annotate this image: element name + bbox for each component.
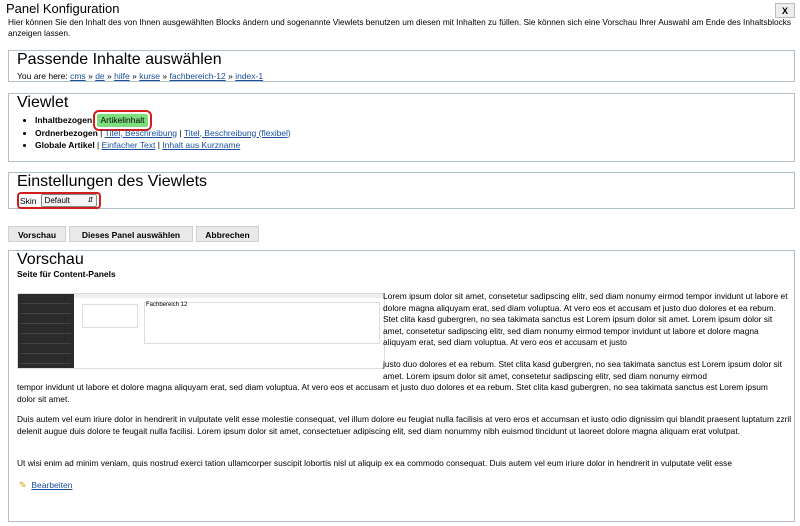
pencil-icon: ✎ [19, 480, 27, 490]
skin-setting: Skin Default ⇵ [17, 192, 101, 209]
viewlet-row-ordnerbezogen: Ordnerbezogen | Titel, Beschreibung | Ti… [35, 127, 786, 140]
thumb-sidebar [18, 294, 74, 368]
breadcrumb-prefix: You are here: [17, 71, 68, 81]
breadcrumb-separator: » [88, 71, 93, 81]
viewlet-list: Inhaltbezogen Artikelinhalt Ordnerbezoge… [17, 110, 786, 152]
viewlet-row-globale-artikel: Globale Artikel | Einfacher Text | Inhal… [35, 139, 786, 152]
breadcrumb-link-kurse[interactable]: kurse [139, 71, 160, 81]
passende-inhalte-section: Passende Inhalte auswählen You are here:… [8, 50, 795, 82]
preview-subtitle: Seite für Content-Panels [17, 269, 116, 279]
preview-paragraph-1-end: tempor invidunt ut labore et dolore magn… [17, 382, 768, 404]
breadcrumb-link-cms[interactable]: cms [70, 71, 86, 81]
viewlet-row-label: Ordnerbezogen [35, 127, 98, 138]
abbrechen-button[interactable]: Abbrechen [196, 226, 259, 242]
close-button[interactable]: X [775, 3, 795, 18]
updown-arrows-icon: ⇵ [87, 197, 94, 204]
breadcrumb-separator: » [162, 71, 168, 81]
edit-link[interactable]: ✎ Bearbeiten [19, 480, 73, 491]
einstellungen-section: Einstellungen des Viewlets Skin Default … [8, 172, 795, 209]
select-panel-button[interactable]: Dieses Panel auswählen [69, 226, 193, 242]
thumb-breadcrumb-bar [74, 294, 384, 298]
preview-paragraph-2: Duis autem vel eum iriure dolor in hendr… [17, 414, 792, 436]
breadcrumb-link-de[interactable]: de [95, 71, 104, 81]
thumb-content [144, 302, 380, 344]
section-heading: Vorschau [17, 251, 84, 268]
intro-text: Hier können Sie den Inhalt des von Ihnen… [8, 17, 792, 38]
edit-link-label[interactable]: Bearbeiten [31, 480, 72, 490]
preview-screenshot-image: Fachbereich 12 [17, 293, 385, 369]
viewlet-option-artikelinhalt[interactable]: Artikelinhalt [92, 110, 153, 131]
breadcrumb-link-fachbereich-12[interactable]: fachbereich-12 [170, 71, 226, 81]
skin-select-value: Default [44, 196, 70, 205]
thumb-title: Fachbereich 12 [146, 302, 188, 308]
breadcrumb-link-index-1[interactable]: index-1 [235, 71, 263, 81]
breadcrumb-link-hilfe[interactable]: hilfe [114, 71, 130, 81]
viewlet-section: Viewlet Inhaltbezogen Artikelinhalt Ordn… [8, 93, 795, 162]
viewlet-option-inhalt-aus-kurzname[interactable]: Inhalt aus Kurzname [162, 140, 240, 150]
thumb-panel [82, 304, 138, 328]
skin-label: Skin [20, 195, 37, 206]
preview-paragraph-1: Lorem ipsum dolor sit amet, consetetur s… [383, 291, 788, 348]
viewlet-row-inhaltbezogen: Inhaltbezogen Artikelinhalt [35, 110, 786, 131]
viewlet-row-label: Inhaltbezogen [35, 115, 93, 125]
breadcrumb: You are here: cms » de » hilfe » kurse »… [17, 71, 786, 81]
section-heading: Einstellungen des Viewlets [17, 173, 208, 190]
breadcrumb-separator: » [132, 71, 137, 81]
skin-select[interactable]: Default ⇵ [40, 194, 97, 207]
breadcrumb-separator: » [228, 71, 233, 81]
viewlet-option-titel-beschreibung-flexibel[interactable]: Titel, Beschreibung (flexibel) [184, 128, 291, 138]
preview-paragraph-1-cont: justo duo dolores et ea rebum. Stet clit… [383, 359, 782, 381]
viewlet-row-label: Globale Artikel [35, 140, 95, 150]
preview-paragraph-3: Ut wisi enim ad minim veniam, quis nostr… [17, 458, 732, 468]
breadcrumb-separator: » [107, 71, 112, 81]
vorschau-section: Vorschau Seite für Content-Panels Fachbe… [8, 250, 795, 522]
vorschau-button[interactable]: Vorschau [8, 226, 66, 242]
section-heading: Passende Inhalte auswählen [17, 51, 222, 68]
section-heading: Viewlet [17, 94, 69, 111]
viewlet-option-titel-beschreibung[interactable]: Titel, Beschreibung [105, 128, 177, 138]
window-title: Panel Konfiguration [6, 1, 120, 16]
viewlet-option-einfacher-text[interactable]: Einfacher Text [102, 140, 156, 150]
